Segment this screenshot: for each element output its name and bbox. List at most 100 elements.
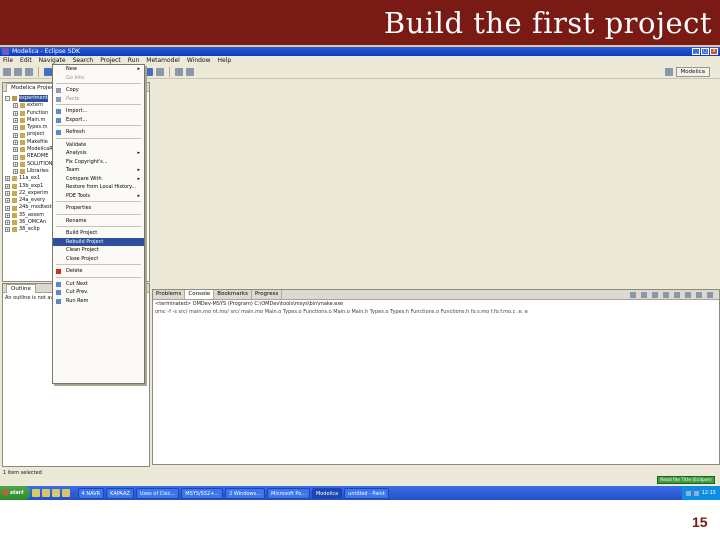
display-console-icon[interactable] (685, 292, 691, 298)
context-menu-item-rename[interactable]: Rename (53, 217, 144, 226)
scroll-lock-icon[interactable] (663, 292, 669, 298)
expand-icon[interactable]: + (13, 125, 18, 131)
print-icon[interactable] (25, 67, 33, 76)
tree-item[interactable]: - experiment (5, 95, 53, 103)
tab-progress[interactable]: Progress (252, 290, 283, 299)
tree-item[interactable]: +24a_every (5, 197, 53, 204)
terminate-icon[interactable] (630, 292, 636, 298)
context-menu-item-import[interactable]: Import... (53, 107, 144, 116)
taskbar-button[interactable]: 2 Windows... (225, 487, 266, 499)
expand-icon[interactable]: + (13, 139, 18, 145)
annotation-next-icon[interactable] (145, 67, 153, 76)
close-icon[interactable]: x (710, 48, 718, 55)
tree-item[interactable]: +22_experim (5, 190, 53, 197)
expand-icon[interactable]: + (13, 103, 18, 109)
expand-icon[interactable]: + (5, 212, 10, 218)
expand-icon[interactable]: + (5, 191, 10, 196)
context-menu-item-properties[interactable]: Properties (53, 204, 144, 213)
context-menu-item-paste[interactable]: Paste (53, 95, 144, 104)
new-icon[interactable] (3, 67, 11, 76)
expand-icon[interactable]: + (5, 198, 10, 204)
maximize-icon[interactable]: □ (701, 48, 709, 55)
expand-icon[interactable]: + (13, 161, 18, 167)
tree-item[interactable]: +13b_exp1 (5, 183, 53, 190)
context-menu-item-cut-next[interactable]: Cut Next (53, 280, 144, 289)
tree-item[interactable]: + Types.m (5, 124, 53, 131)
tree-item[interactable]: + Libraries (5, 168, 53, 175)
tree-item[interactable]: +35_assem (5, 212, 53, 219)
maximize-view-icon[interactable] (707, 292, 713, 298)
tree-item[interactable]: +11a_ex1 (5, 175, 53, 182)
annotation-prev-icon[interactable] (156, 67, 164, 76)
expand-icon[interactable]: + (5, 183, 10, 189)
minimize-icon[interactable]: _ (692, 48, 700, 55)
tree-item[interactable]: + README (5, 153, 53, 160)
taskbar-button[interactable]: 4 NAVR (77, 487, 105, 499)
tray-icon[interactable] (693, 490, 699, 496)
expand-icon[interactable]: - (5, 96, 10, 102)
back-icon[interactable] (175, 67, 183, 76)
context-menu-item-fix-copyright-s[interactable]: Fix Copyright's... (53, 158, 144, 167)
taskbar-button[interactable]: untitled - Paint (344, 487, 389, 499)
save-icon[interactable] (14, 67, 22, 76)
taskbar-button[interactable]: KAPAAZ (106, 487, 134, 499)
tab-console[interactable]: Console (185, 290, 215, 299)
context-menu-item-export[interactable]: Export... (53, 116, 144, 125)
tree-item[interactable]: +24b_modtest (5, 204, 53, 211)
status-action-button[interactable]: Read file Title (Eclipse) (657, 476, 715, 484)
quick-launch-icon[interactable] (31, 489, 40, 497)
expand-icon[interactable]: + (5, 227, 10, 233)
expand-icon[interactable]: + (13, 154, 18, 160)
open-perspective-icon[interactable] (664, 68, 673, 76)
start-button[interactable]: start (0, 486, 30, 500)
context-menu-item-cut-prev[interactable]: Cut Prev. (53, 288, 144, 297)
expand-icon[interactable]: + (13, 147, 18, 153)
minimize-view-icon[interactable] (696, 292, 702, 298)
tab-bookmarks[interactable]: Bookmarks (214, 290, 252, 299)
context-menu-item-analysis[interactable]: Analysis ▸ (53, 149, 144, 158)
tray-icon[interactable] (685, 490, 691, 496)
context-menu-item-copy[interactable]: Copy (53, 86, 144, 95)
context-menu-item-build-project[interactable]: Build Project (53, 229, 144, 238)
context-menu-item-rebuild-project[interactable]: Rebuild Project (53, 237, 144, 246)
tree-item[interactable]: + ModelicaR (5, 146, 53, 153)
expand-icon[interactable]: + (13, 118, 18, 124)
clear-console-icon[interactable] (652, 292, 658, 298)
context-menu-item-clean-project[interactable]: Clean Project (53, 246, 144, 255)
remove-launch-icon[interactable] (641, 292, 647, 298)
context-menu-item-restore-from-local-history[interactable]: Restore from Local History... (53, 183, 144, 192)
tree-item[interactable]: + project (5, 131, 53, 138)
taskbar-button[interactable]: Uses of Clec... (135, 487, 180, 499)
context-menu-item-delete[interactable]: Delete (53, 267, 144, 276)
menu-help[interactable]: Help (218, 56, 232, 65)
tree-item[interactable]: + SOLUTION (5, 161, 53, 168)
expand-icon[interactable]: + (13, 110, 18, 116)
perspective-modelica-button[interactable]: Modelica (675, 67, 710, 77)
menu-window[interactable]: Window (187, 56, 211, 65)
context-menu-item-team[interactable]: Team ▸ (53, 166, 144, 175)
expand-icon[interactable]: + (13, 132, 18, 138)
forward-icon[interactable] (186, 67, 194, 76)
context-menu-item-go-into[interactable]: Go Into (53, 74, 144, 83)
tree-item[interactable]: + Makefile (5, 139, 53, 146)
context-menu-item-refresh[interactable]: Refresh (53, 128, 144, 137)
menu-edit[interactable]: Edit (20, 56, 32, 65)
expand-icon[interactable]: + (5, 205, 10, 211)
context-menu-item-validate[interactable]: Validate (53, 141, 144, 150)
context-menu-item-pde-tools[interactable]: PDE Tools ▸ (53, 192, 144, 201)
expand-icon[interactable]: + (13, 169, 18, 175)
expand-icon[interactable]: + (5, 176, 10, 182)
pin-console-icon[interactable] (674, 292, 680, 298)
menu-metamodel[interactable]: Metamodel (146, 56, 180, 65)
search-icon[interactable] (44, 67, 52, 76)
context-menu-item-compare-with[interactable]: Compare With ▸ (53, 175, 144, 184)
quick-launch-icon[interactable] (51, 489, 60, 497)
tab-problems[interactable]: Problems (153, 290, 186, 299)
quick-launch-icon[interactable] (41, 489, 50, 497)
tree-item[interactable]: + Function (5, 110, 53, 117)
context-menu-item-run-rem[interactable]: Run Rem (53, 297, 144, 306)
tree-item[interactable]: +36_OMCAn (5, 219, 53, 226)
tree-item[interactable]: +38_eclip (5, 226, 53, 233)
taskbar-button[interactable]: MSYS/SS2+... (181, 487, 224, 499)
taskbar-button[interactable]: Modelica (311, 487, 343, 499)
